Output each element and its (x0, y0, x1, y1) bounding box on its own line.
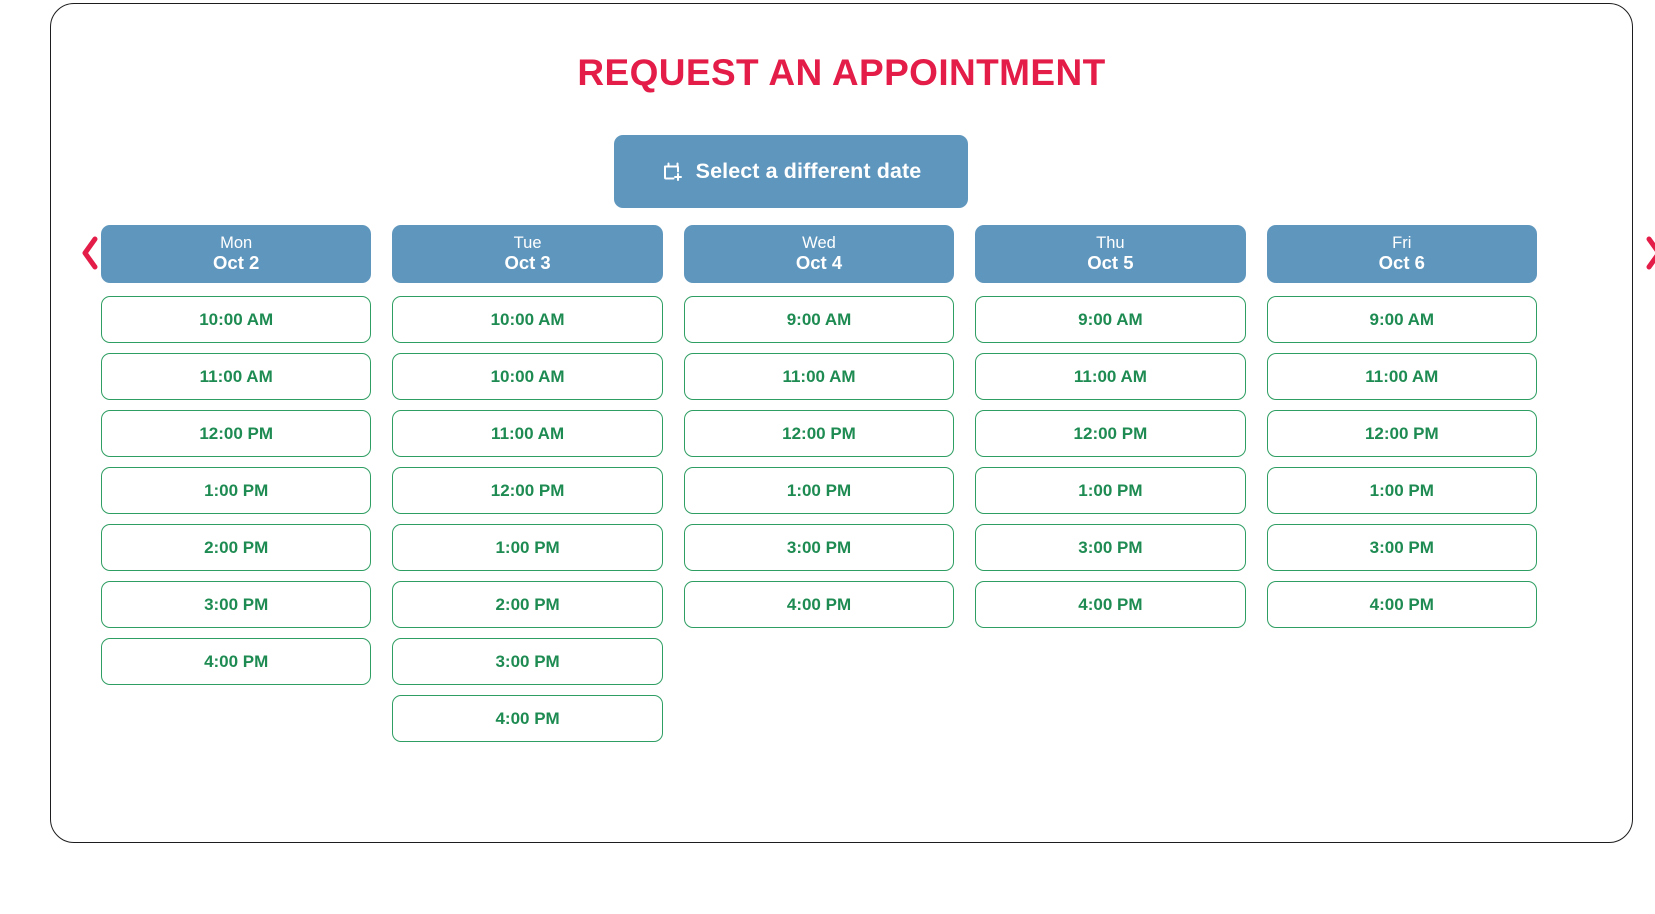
day-date-label: Oct 2 (213, 251, 260, 273)
chevron-left-icon (79, 235, 101, 274)
day-column-thu: Thu Oct 5 9:00 AM 11:00 AM 12:00 PM 1:00… (975, 225, 1246, 742)
time-slot-button[interactable]: 11:00 AM (1266, 353, 1537, 400)
time-slot-button[interactable]: 1:00 PM (392, 524, 663, 571)
time-slot-button[interactable]: 10:00 AM (392, 296, 663, 343)
time-slot-button[interactable]: 3:00 PM (392, 638, 663, 685)
day-of-week-label: Mon (220, 234, 253, 253)
time-slot-button[interactable]: 4:00 PM (101, 638, 372, 685)
time-slot-button[interactable]: 10:00 AM (101, 296, 372, 343)
day-of-week-label: Thu (1096, 234, 1125, 253)
day-of-week-label: Tue (513, 234, 542, 253)
day-column-tue: Tue Oct 3 10:00 AM 10:00 AM 11:00 AM 12:… (392, 225, 663, 742)
select-different-date-button[interactable]: Select a different date (614, 135, 968, 208)
time-slot-button[interactable]: 11:00 AM (683, 353, 955, 400)
day-of-week-label: Fri (1392, 234, 1412, 253)
time-slot-button[interactable]: 2:00 PM (101, 524, 372, 571)
day-header-tue[interactable]: Tue Oct 3 (392, 225, 663, 283)
day-of-week-label: Wed (802, 234, 836, 253)
time-slot-button[interactable]: 1:00 PM (975, 467, 1246, 514)
day-date-label: Oct 3 (504, 251, 551, 273)
day-date-label: Oct 6 (1378, 251, 1425, 273)
time-slot-button[interactable]: 12:00 PM (1266, 410, 1537, 457)
time-slot-button[interactable]: 4:00 PM (975, 581, 1246, 628)
day-column-wed: Wed Oct 4 9:00 AM 11:00 AM 12:00 PM 1:00… (683, 225, 955, 742)
time-slot-button[interactable]: 12:00 PM (101, 410, 372, 457)
time-slot-button[interactable]: 9:00 AM (1266, 296, 1537, 343)
time-slot-button[interactable]: 10:00 AM (392, 353, 663, 400)
time-slot-button[interactable]: 9:00 AM (975, 296, 1246, 343)
time-slot-button[interactable]: 11:00 AM (392, 410, 663, 457)
day-date-label: Oct 5 (1087, 251, 1134, 273)
time-slot-button[interactable]: 4:00 PM (392, 695, 663, 742)
next-week-button[interactable] (1632, 226, 1655, 282)
time-slot-button[interactable]: 3:00 PM (683, 524, 955, 571)
appointment-card: REQUEST AN APPOINTMENT Select a differen… (50, 3, 1655, 843)
time-slot-button[interactable]: 1:00 PM (1266, 467, 1537, 514)
time-slot-button[interactable]: 1:00 PM (101, 467, 372, 514)
time-slot-button[interactable]: 3:00 PM (975, 524, 1246, 571)
day-header-wed[interactable]: Wed Oct 4 (683, 225, 955, 283)
time-slot-button[interactable]: 2:00 PM (392, 581, 663, 628)
day-header-thu[interactable]: Thu Oct 5 (975, 225, 1246, 283)
chevron-right-icon (1643, 235, 1655, 274)
time-slot-button[interactable]: 1:00 PM (683, 467, 955, 514)
time-slot-button[interactable]: 3:00 PM (1266, 524, 1537, 571)
day-column-fri: Fri Oct 6 9:00 AM 11:00 AM 12:00 PM 1:00… (1266, 225, 1537, 742)
time-slot-button[interactable]: 4:00 PM (683, 581, 955, 628)
day-column-mon: Mon Oct 2 10:00 AM 11:00 AM 12:00 PM 1:0… (101, 225, 372, 742)
day-header-mon[interactable]: Mon Oct 2 (101, 225, 372, 283)
time-slot-button[interactable]: 9:00 AM (683, 296, 955, 343)
time-slot-button[interactable]: 12:00 PM (392, 467, 663, 514)
page-title: REQUEST AN APPOINTMENT (577, 52, 1106, 93)
day-date-label: Oct 4 (795, 251, 843, 273)
time-slot-button[interactable]: 11:00 AM (975, 353, 1246, 400)
time-slot-button[interactable]: 4:00 PM (1266, 581, 1537, 628)
time-slot-button[interactable]: 11:00 AM (101, 353, 372, 400)
time-slot-button[interactable]: 12:00 PM (975, 410, 1246, 457)
time-slot-button[interactable]: 3:00 PM (101, 581, 372, 628)
select-different-date-label: Select a different date (695, 159, 922, 183)
week-schedule-grid: Mon Oct 2 10:00 AM 11:00 AM 12:00 PM 1:0… (101, 225, 1537, 742)
calendar-plus-icon (661, 160, 685, 184)
day-header-fri[interactable]: Fri Oct 6 (1266, 225, 1537, 283)
time-slot-button[interactable]: 12:00 PM (683, 410, 955, 457)
